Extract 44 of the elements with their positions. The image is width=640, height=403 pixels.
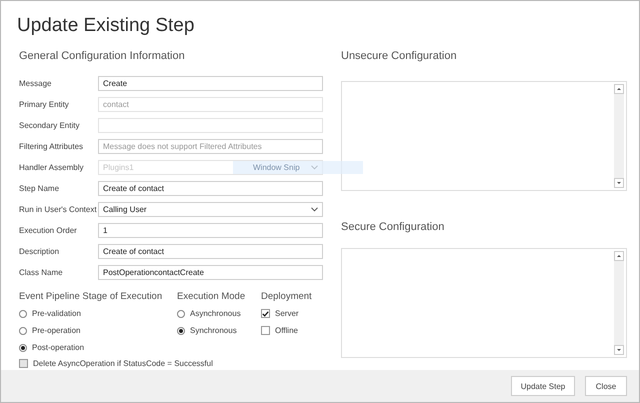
radio-button[interactable] (19, 344, 27, 352)
chevron-down-icon (311, 207, 318, 212)
field-label: Secondary Entity (19, 121, 80, 130)
snip-overlay: Window Snip (233, 161, 363, 174)
checkbox[interactable] (261, 309, 270, 318)
update-step-button[interactable]: Update Step (511, 376, 575, 396)
input-field[interactable]: Create of contact (98, 181, 323, 196)
section-heading: Secure Configuration (341, 220, 446, 235)
dropdown-field[interactable]: Calling User (98, 202, 323, 217)
option-label: Pre-validation (32, 309, 81, 318)
scrollbar[interactable] (614, 84, 624, 188)
radio-button[interactable] (177, 310, 185, 318)
radio-button[interactable] (19, 310, 27, 318)
input-field[interactable]: PostOperationcontactCreate (98, 265, 323, 280)
field-label: Filtering Attributes (19, 142, 84, 151)
section-heading: Unsecure Configuration (341, 49, 458, 64)
field-label: Class Name (19, 268, 64, 277)
checkbox[interactable] (261, 326, 270, 335)
input-field[interactable]: 1 (98, 223, 323, 238)
input-field[interactable]: Create (98, 76, 323, 91)
group-heading: Event Pipeline Stage of Execution (19, 290, 162, 304)
option-label: Asynchronous (190, 309, 241, 318)
radio-button[interactable] (19, 326, 27, 334)
option-label: Pre-operation (32, 326, 80, 335)
field-label: Step Name (19, 184, 60, 193)
group-heading: Deployment (261, 290, 312, 304)
section-heading: General Configuration Information (19, 49, 186, 64)
option-label: Synchronous (190, 326, 237, 335)
group-heading: Execution Mode (177, 290, 246, 304)
field-label: Handler Assembly (19, 163, 84, 172)
option-label: Delete AsyncOperation if StatusCode = Successful (33, 358, 213, 368)
window-title: Update Existing Step (16, 14, 196, 38)
option-label: Server (275, 309, 299, 318)
input-field[interactable]: Create of contact (98, 244, 323, 259)
field-label: Execution Order (19, 226, 78, 235)
field-label: Description (19, 247, 60, 256)
option-label: Offline (275, 326, 298, 335)
field-label: Message (19, 79, 52, 88)
scrollbar[interactable] (614, 251, 624, 355)
close-button[interactable]: Close (585, 376, 627, 396)
field-label: Primary Entity (19, 100, 70, 109)
radio-button[interactable] (177, 326, 185, 334)
option-label: Post-operation (32, 343, 84, 352)
field-label: Run in User's Context (19, 205, 98, 214)
